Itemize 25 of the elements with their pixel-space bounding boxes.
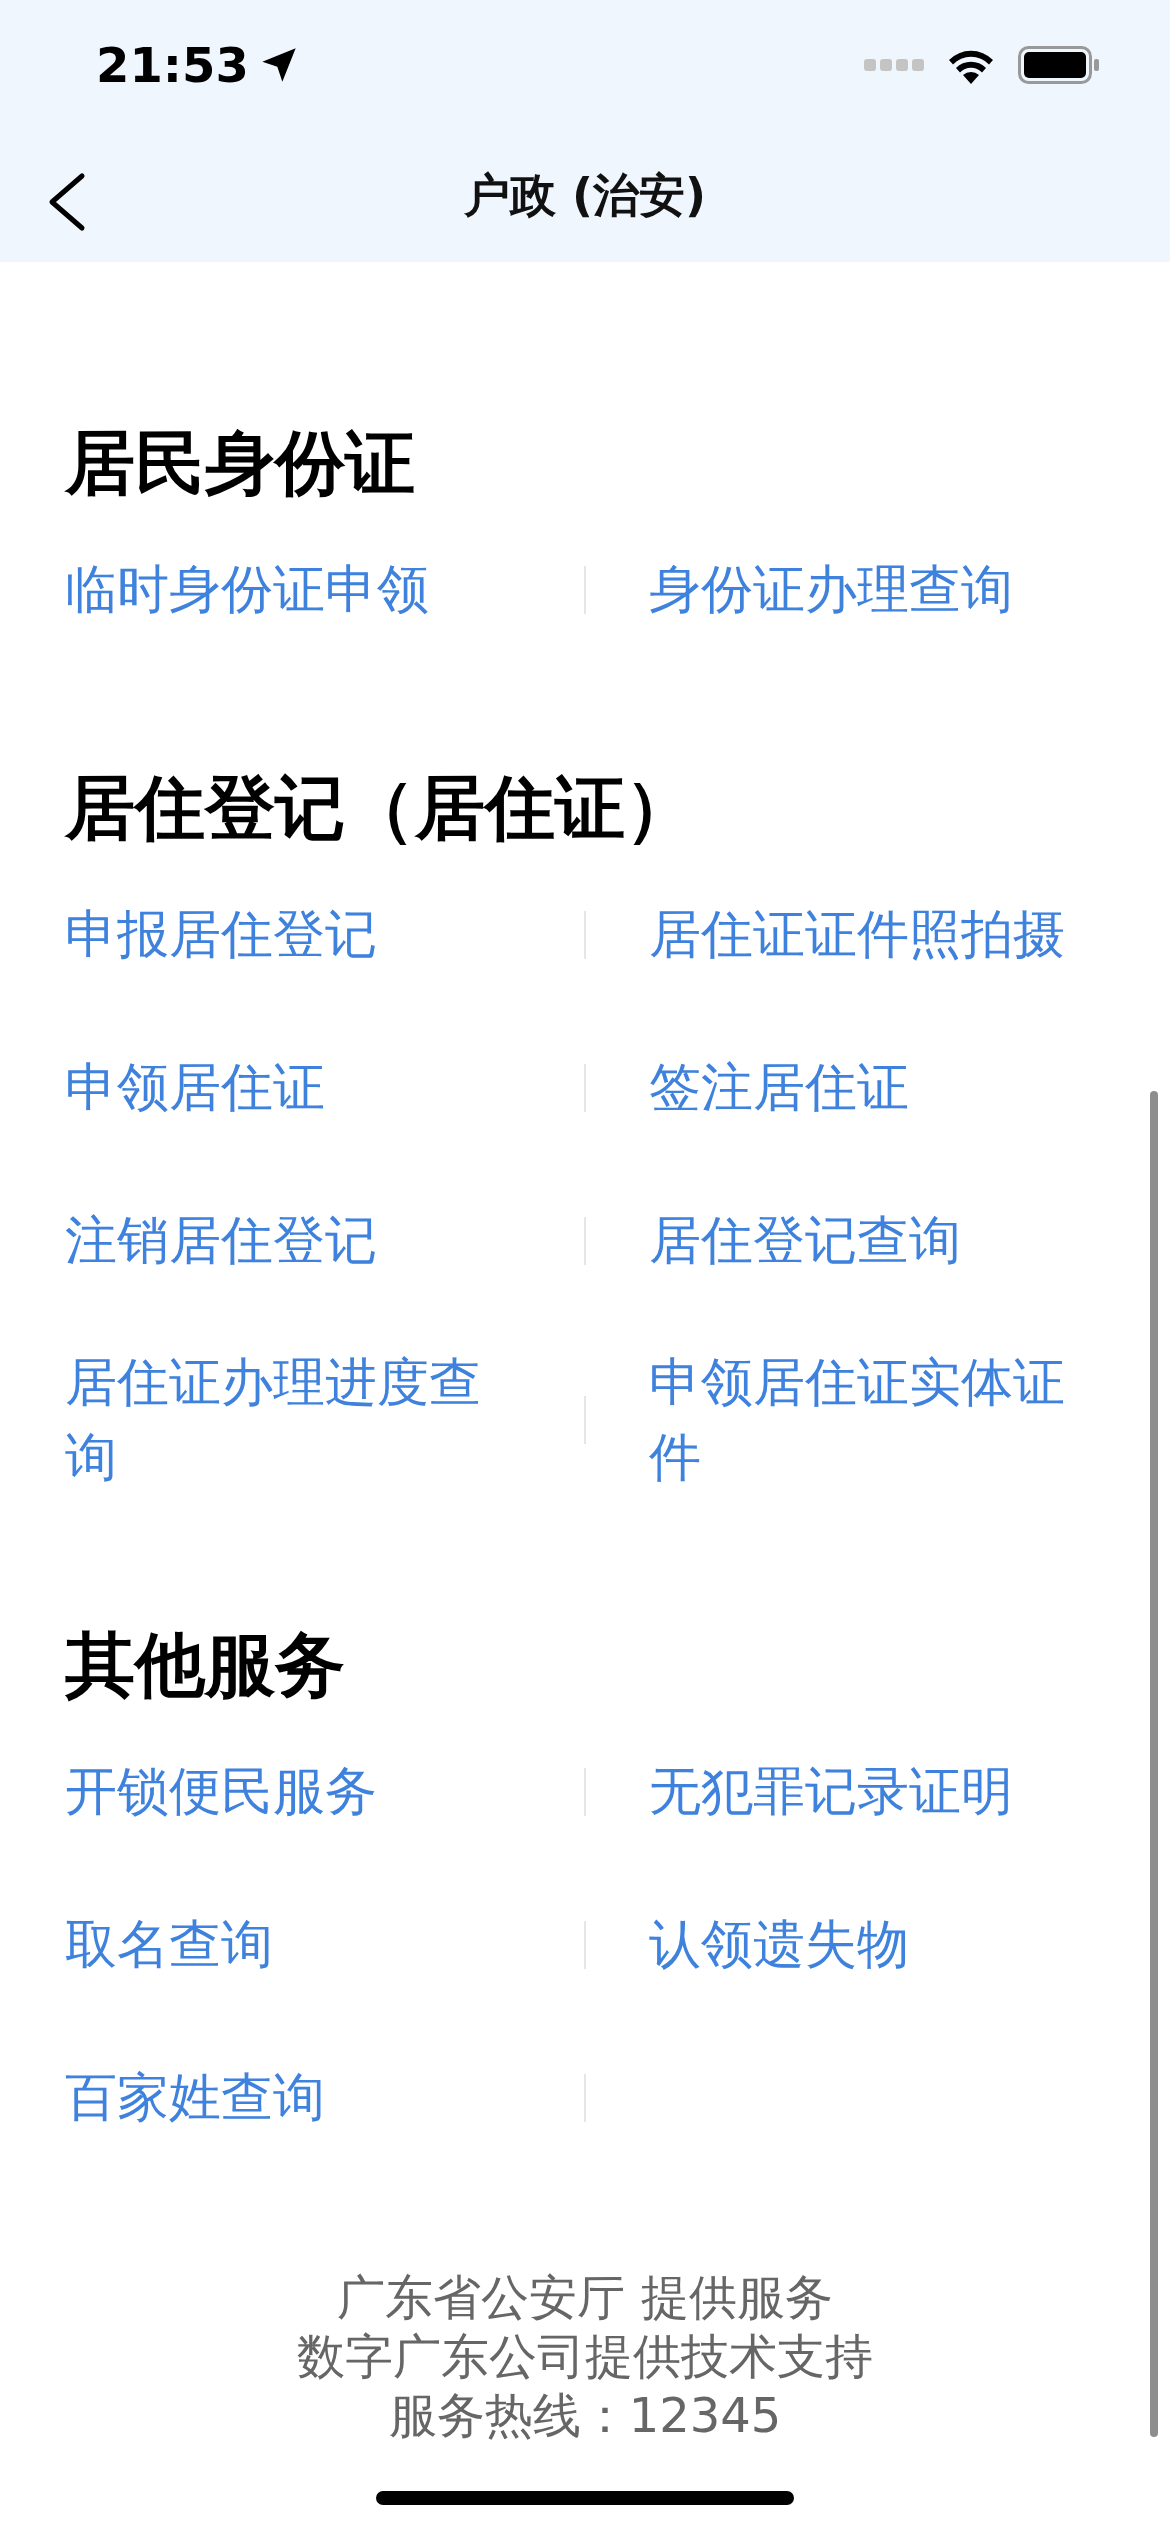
footer-text: 数字广东公司提供技术支持 bbox=[296, 2327, 874, 2386]
footer-text: 服务热线：12345 bbox=[387, 2386, 783, 2445]
service-link[interactable]: 注销居住登记 bbox=[65, 1203, 377, 1278]
section-title: 其他服务 bbox=[65, 1623, 346, 1708]
service-link[interactable]: 百家姓查询 bbox=[65, 2060, 325, 2135]
status-time: 21:53 bbox=[96, 37, 249, 93]
service-link[interactable]: 申领居住证实体证件 bbox=[649, 1345, 1105, 1495]
nav-title: 户政 (治安) bbox=[463, 167, 707, 224]
section-title: 居民身份证 bbox=[65, 421, 416, 506]
signal-icon bbox=[864, 57, 924, 73]
service-link[interactable]: 签注居住证 bbox=[649, 1050, 909, 1125]
service-link[interactable]: 无犯罪记录证明 bbox=[649, 1754, 1013, 1829]
service-link[interactable]: 申报居住登记 bbox=[65, 897, 377, 972]
service-link[interactable]: 身份证办理查询 bbox=[649, 552, 1013, 627]
service-link[interactable]: 居住登记查询 bbox=[649, 1203, 961, 1278]
service-link[interactable]: 开锁便民服务 bbox=[65, 1754, 377, 1829]
battery-icon bbox=[1018, 46, 1100, 84]
service-link[interactable]: 居住证证件照拍摄 bbox=[649, 897, 1065, 972]
service-link[interactable]: 认领遗失物 bbox=[649, 1907, 909, 1982]
service-link[interactable]: 取名查询 bbox=[65, 1907, 273, 1982]
service-link[interactable]: 居住证办理进度查询 bbox=[65, 1345, 525, 1495]
service-link[interactable]: 申领居住证 bbox=[65, 1050, 325, 1125]
footer-text: 广东省公安厅 提供服务 bbox=[336, 2268, 834, 2327]
section-title: 居住登记（居住证） bbox=[65, 766, 696, 851]
service-link[interactable]: 临时身份证申领 bbox=[65, 552, 429, 627]
